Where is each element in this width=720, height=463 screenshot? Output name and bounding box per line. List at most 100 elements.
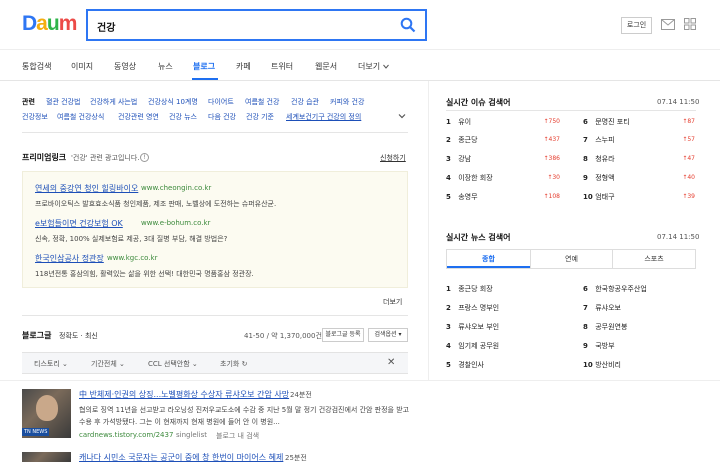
ad-url[interactable]: www.e-bohum.co.kr [141, 219, 210, 227]
search-options-button[interactable]: 검색옵션 ▾ [368, 328, 408, 342]
rank-number: 8 [583, 155, 588, 163]
related-link[interactable]: 다이어트 [208, 97, 234, 107]
ad-title[interactable]: 연세의 중강연 청인 힐링바이오 [35, 183, 138, 194]
tab-image[interactable]: 이미지 [71, 61, 93, 72]
result-title[interactable]: 캐나다 시민소 국문자는 공군이 중에 창 한번이 마이어스 혜제 [79, 452, 283, 463]
thumbnail-tag: TN NEWS [22, 428, 50, 436]
result-url[interactable]: cardnews.tistory.com/2437 [79, 431, 173, 439]
result-blog-name[interactable]: singlelist [176, 431, 207, 439]
issue-item[interactable]: 8 청유라 [583, 154, 615, 164]
mail-icon[interactable] [661, 19, 675, 30]
rank-keyword: 공무원연봉 [595, 323, 628, 331]
issue-item[interactable]: 10 엄태구 [583, 192, 615, 202]
issue-item[interactable]: 2 종근당 [446, 135, 478, 145]
filter-bar: 티스토리 ⌄ 기간전체 ⌄ CCL 선택안함 ⌄ 초기화 ↻ ✕ [22, 352, 408, 374]
blog-inner-search-link[interactable]: 블로그 내 검색 [216, 431, 259, 441]
search-tabs: 통합검색 이미지 동영상 뉴스 블로그 카페 트위터 웹문서 더보기 [0, 51, 720, 81]
news-item[interactable]: 1 종근당 회장 [446, 284, 493, 294]
rank-number: 10 [583, 361, 593, 369]
apply-link[interactable]: 신청하기 [380, 153, 406, 163]
apps-grid-icon[interactable] [684, 18, 696, 30]
search-input[interactable]: 건강 [86, 9, 427, 41]
rank-change: ↑40 [682, 174, 695, 181]
register-blog-button[interactable]: 블로그글 등록 [322, 328, 364, 342]
news-item[interactable]: 10 방산비리 [583, 360, 621, 370]
related-link[interactable]: 건강정보 [22, 112, 48, 122]
result-thumbnail[interactable]: TN NEWS [22, 389, 71, 438]
issue-item[interactable]: 3 강남 [446, 154, 471, 164]
rank-number: 10 [583, 193, 593, 201]
related-link[interactable]: 다음 건강 [208, 112, 236, 122]
related-link[interactable]: 건강 습관 [291, 97, 319, 107]
rank-keyword: 경찰인사 [458, 361, 484, 369]
tab-all[interactable]: 통합검색 [22, 61, 51, 72]
ad-box: 연세의 중강연 청인 힐링바이오 www.cheongin.co.kr 프로바이… [22, 171, 408, 288]
result-thumbnail[interactable] [22, 452, 71, 462]
related-link[interactable]: 건강하게 사는법 [90, 97, 137, 107]
news-item[interactable]: 4 임기제 공무원 [446, 341, 499, 351]
rank-change-value: 437 [548, 136, 560, 143]
chevron-down-icon[interactable] [398, 112, 406, 120]
news-item[interactable]: 9 국방부 [583, 341, 615, 351]
issue-item[interactable]: 7 스누피 [583, 135, 615, 145]
news-ranking-title: 실시간 뉴스 검색어 [446, 233, 511, 242]
news-item[interactable]: 2 프랑스 명부인 [446, 303, 499, 313]
tab-overall[interactable]: 종합 [447, 250, 530, 268]
news-item[interactable]: 6 한국항공우주산업 [583, 284, 647, 294]
related-link[interactable]: 건강관련 영연 [118, 112, 159, 122]
related-link[interactable]: 건강 뉴스 [169, 112, 197, 122]
tab-news[interactable]: 뉴스 [158, 61, 173, 72]
header: Daum 건강 로그인 [0, 0, 720, 50]
close-icon[interactable]: ✕ [387, 357, 395, 368]
related-link[interactable]: 여름철 건강 [245, 97, 279, 107]
related-link[interactable]: 여름철 건강상식 [57, 112, 104, 122]
filter-label: 초기화 [220, 360, 240, 368]
ad-url[interactable]: www.kgc.co.kr [107, 254, 158, 262]
more-ads-link[interactable]: 더보기 [383, 297, 402, 307]
ad-title[interactable]: e보험들이면 건강보험 OK [35, 218, 123, 229]
rank-number: 3 [446, 155, 451, 163]
search-icon[interactable] [400, 17, 416, 33]
filter-period[interactable]: 기간전체 ⌄ [91, 359, 125, 369]
related-link[interactable]: 건강 기준 [246, 112, 274, 122]
logo-letter: a [36, 12, 48, 35]
tab-sports[interactable]: 스포츠 [613, 250, 695, 268]
daum-logo[interactable]: Daum [22, 12, 77, 36]
rank-change-value: 57 [687, 136, 695, 143]
tab-web[interactable]: 웹문서 [315, 61, 337, 72]
related-link[interactable]: 커피와 건강 [330, 97, 364, 107]
related-link[interactable]: 건강상식 10계명 [148, 97, 198, 107]
ad-title[interactable]: 한국인삼공사 정관장 [35, 253, 104, 264]
tab-entertainment[interactable]: 연예 [530, 250, 613, 268]
tab-twitter[interactable]: 트위터 [271, 61, 293, 72]
info-icon[interactable]: ! [140, 153, 149, 162]
tab-cafe[interactable]: 카페 [236, 61, 251, 72]
tab-more[interactable]: 더보기 [358, 61, 380, 72]
filter-label: 티스토리 [34, 360, 60, 368]
news-item[interactable]: 7 류샤오보 [583, 303, 621, 313]
issue-item[interactable]: 6 문명진 포티 [583, 117, 630, 127]
filter-label: 기간전체 [91, 360, 117, 368]
ad-url[interactable]: www.cheongin.co.kr [141, 184, 211, 192]
issue-item[interactable]: 9 정형액 [583, 173, 615, 183]
issue-item[interactable]: 5 송영무 [446, 192, 478, 202]
result-title[interactable]: 中 반체제·인권의 상징...노벨평화상 수상자 류샤오보 간암 사망 [79, 389, 289, 400]
news-item[interactable]: 8 공무원연봉 [583, 322, 627, 332]
login-button[interactable]: 로그인 [621, 17, 652, 34]
ad-description: 프로바이오틱스 발효효소식품 청인제품, 제조 판매, 노벨상에 도전하는 슈퍼… [35, 200, 277, 208]
sort-options[interactable]: 정확도 · 최신 [59, 331, 98, 341]
reset-filter-button[interactable]: 초기화 ↻ [220, 359, 247, 369]
issue-item[interactable]: 4 이장한 회장 [446, 173, 493, 183]
filter-ccl[interactable]: CCL 선택안함 ⌄ [148, 359, 198, 369]
thumbnail-face [36, 395, 58, 421]
tab-video[interactable]: 동영상 [114, 61, 136, 72]
tab-blog[interactable]: 블로그 [193, 61, 215, 72]
related-link[interactable]: 세계보건기구 건강의 정의 [286, 112, 361, 122]
related-link[interactable]: 혈관 건강법 [46, 97, 80, 107]
premium-title: 프리미엄링크 [22, 153, 67, 162]
filter-source[interactable]: 티스토리 ⌄ [34, 359, 68, 369]
rank-number: 5 [446, 193, 451, 201]
news-item[interactable]: 5 경찰인사 [446, 360, 484, 370]
issue-item[interactable]: 1 유이 [446, 117, 471, 127]
news-item[interactable]: 3 류샤오보 부인 [446, 322, 499, 332]
